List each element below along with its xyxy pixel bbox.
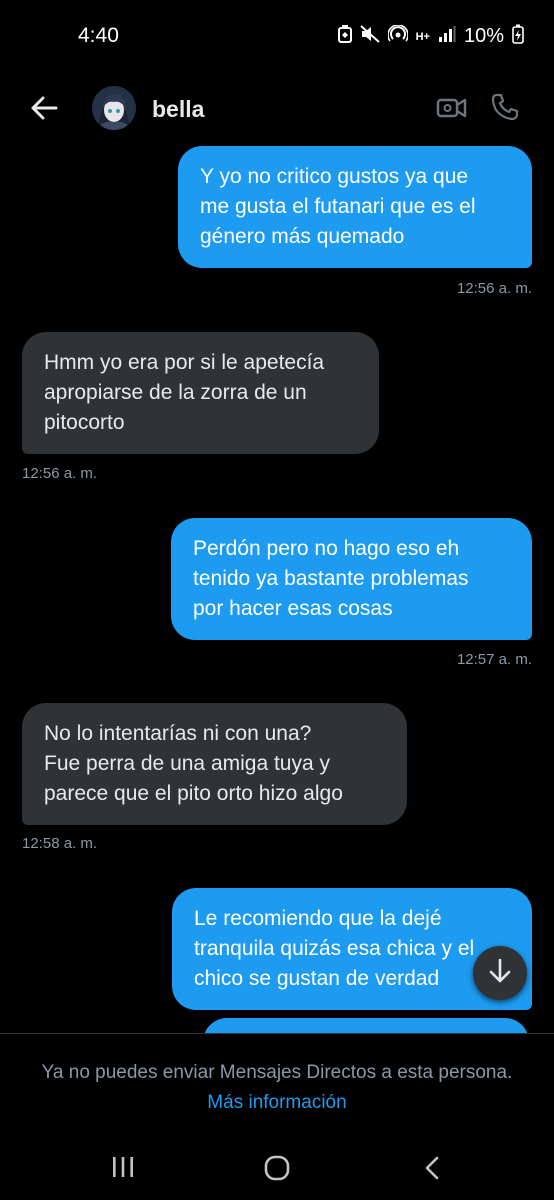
network-type-icon: H+ <box>415 30 430 43</box>
hotspot-icon <box>386 24 409 48</box>
message-timestamp: 12:57 a. m. <box>456 651 532 668</box>
message-bubble-outgoing[interactable]: Y yo no critico gustos ya que me gusta e… <box>178 146 532 268</box>
conversation-header: bella <box>0 72 554 148</box>
message-bubble-outgoing[interactable]: Perdón pero no hago eso eh tenido ya bas… <box>171 518 532 640</box>
battery-percent: 10% <box>463 25 504 47</box>
message-timestamp: 12:56 a. m. <box>456 280 532 297</box>
status-time: 4:40 <box>78 24 119 47</box>
message-bubble-incoming[interactable]: Hmm yo era por si le apetecía apropiarse… <box>22 332 379 454</box>
message-timestamp: 12:56 a. m. <box>22 465 98 482</box>
battery-saver-icon <box>337 25 352 48</box>
message-bubble-outgoing[interactable]: Le recomiendo que la dejé tranquila quiz… <box>172 888 532 1010</box>
dm-disabled-notice: Ya no puedes enviar Mensajes Directos a … <box>41 1062 513 1113</box>
system-navigation-bar <box>0 1133 554 1200</box>
status-bar: 4:40 H+ 10% <box>0 0 554 72</box>
signal-icon <box>438 26 456 47</box>
dm-disabled-footer: Ya no puedes enviar Mensajes Directos a … <box>0 1033 554 1133</box>
message-timestamp: 12:58 a. m. <box>22 835 98 852</box>
more-info-link[interactable]: Más información <box>207 1092 346 1113</box>
message-bubble-incoming[interactable]: No lo intentarías ni con una? Fue perra … <box>22 703 407 825</box>
status-icons: H+ 10% <box>337 24 524 49</box>
arrow-down-icon <box>487 957 513 990</box>
phone-icon[interactable] <box>490 92 520 122</box>
home-icon[interactable] <box>264 1155 290 1181</box>
scroll-to-bottom-button[interactable] <box>473 946 527 1000</box>
video-camera-icon[interactable] <box>436 94 468 122</box>
avatar[interactable] <box>92 86 136 130</box>
battery-charging-icon <box>512 24 524 49</box>
contact-name[interactable]: bella <box>152 96 204 123</box>
recents-icon[interactable] <box>110 1155 136 1179</box>
system-back-icon[interactable] <box>422 1155 442 1181</box>
back-arrow-icon[interactable] <box>28 92 62 124</box>
mute-icon <box>359 25 380 48</box>
